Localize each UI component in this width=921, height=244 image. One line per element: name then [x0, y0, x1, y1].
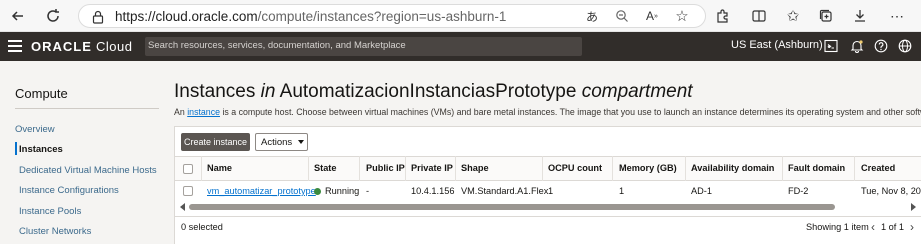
oracle-cloud-logo[interactable]: ORACLE Cloud: [31, 39, 132, 54]
instance-shape: VM.Standard.A1.Flex: [461, 186, 549, 196]
search-placeholder: Search resources, services, documentatio…: [148, 40, 406, 51]
column-header-shape[interactable]: Shape: [461, 163, 489, 173]
row-checkbox[interactable]: [183, 186, 193, 196]
title-in: in: [260, 81, 276, 102]
title-suffix: compartment: [581, 81, 693, 102]
address-bar[interactable]: https://cloud.oracle.com/compute/instanc…: [78, 4, 706, 28]
browser-toolbar: https://cloud.oracle.com/compute/instanc…: [0, 0, 921, 32]
desc-rest: is a compute host. Choose between virtua…: [222, 107, 921, 117]
refresh-icon[interactable]: [43, 6, 63, 26]
title-prefix: Instances: [174, 81, 256, 102]
globe-icon[interactable]: [897, 38, 913, 54]
instance-private-ip: 10.4.1.156: [411, 186, 455, 196]
brand-oracle: ORACLE: [31, 39, 92, 54]
split-screen-icon[interactable]: [749, 6, 769, 26]
column-header-fault-domain[interactable]: Fault domain: [788, 163, 845, 173]
brand-cloud: Cloud: [96, 39, 133, 54]
column-divider: [405, 156, 406, 181]
sidebar-item-cluster-networks[interactable]: Cluster Networks: [19, 226, 91, 237]
page-indicator: 1 of 1: [881, 222, 904, 232]
column-divider: [854, 156, 855, 181]
select-all-checkbox[interactable]: [183, 164, 193, 174]
more-icon[interactable]: ⋯: [887, 6, 907, 26]
notifications-icon[interactable]: [849, 38, 865, 54]
column-divider: [359, 156, 360, 181]
sidebar-title: Compute: [15, 86, 68, 101]
sidebar-item-overview[interactable]: Overview: [15, 124, 55, 135]
column-header-memory[interactable]: Memory (GB): [619, 163, 677, 173]
global-search-input[interactable]: Search resources, services, documentatio…: [145, 37, 582, 56]
instance-availability-domain: AD-1: [691, 186, 712, 196]
page-description: An instance is a compute host. Choose be…: [174, 107, 921, 117]
oracle-header: ORACLE Cloud Search resources, services,…: [0, 32, 921, 61]
url-path: /compute/instances?region=us-ashburn-1: [257, 9, 507, 24]
read-aloud-icon[interactable]: A»: [642, 6, 662, 26]
cloud-shell-icon[interactable]: [823, 38, 839, 54]
menu-icon[interactable]: [8, 40, 22, 55]
compartment-name: AutomatizacionInstanciasPrototype: [279, 81, 577, 102]
desc-start: An: [174, 107, 185, 117]
showing-count: Showing 1 item: [806, 222, 869, 232]
sidebar-item-instance-configurations[interactable]: Instance Configurations: [19, 185, 119, 196]
sidebar-item-instance-pools[interactable]: Instance Pools: [19, 206, 81, 217]
state-label: Running: [325, 186, 360, 196]
column-header-created[interactable]: Created: [861, 163, 895, 173]
lock-icon[interactable]: [88, 7, 108, 27]
instance-doc-link[interactable]: instance: [187, 107, 220, 117]
column-divider: [201, 156, 202, 181]
favorites-icon[interactable]: ✩: [783, 6, 803, 26]
star-icon[interactable]: ☆: [672, 6, 692, 26]
instance-public-ip: -: [366, 186, 370, 196]
instance-memory: 1: [619, 186, 625, 196]
column-divider: [685, 156, 686, 181]
scroll-thumb[interactable]: [189, 204, 835, 210]
table-footer-divider: [175, 216, 921, 217]
instance-created: Tue, Nov 8, 202: [861, 186, 921, 196]
url-host: https://cloud.oracle.com: [115, 9, 258, 24]
collections-icon[interactable]: [816, 6, 836, 26]
url-text: https://cloud.oracle.com/compute/instanc…: [115, 9, 506, 24]
region-label: US East (Ashburn): [731, 39, 823, 51]
instance-fault-domain: FD-2: [788, 186, 809, 196]
column-divider: [542, 156, 543, 181]
scroll-left-icon[interactable]: [180, 203, 185, 211]
actions-button[interactable]: Actions: [255, 133, 308, 151]
region-selector[interactable]: US East (Ashburn) ⌄: [731, 39, 833, 51]
column-divider: [612, 156, 613, 181]
sidebar-active-indicator: [15, 142, 17, 155]
selected-count: 0 selected: [181, 222, 223, 232]
scroll-right-icon[interactable]: [911, 203, 916, 211]
previous-page-icon[interactable]: ‹: [871, 220, 875, 234]
column-header-public-ip[interactable]: Public IP: [366, 163, 405, 173]
next-page-icon[interactable]: ›: [910, 220, 914, 234]
actions-label: Actions: [261, 136, 293, 148]
zoom-icon[interactable]: [612, 6, 632, 26]
running-status-icon: [314, 187, 321, 195]
extensions-icon[interactable]: [713, 6, 733, 26]
sidebar-item-instances[interactable]: Instances: [19, 144, 63, 155]
column-header-state[interactable]: State: [314, 163, 336, 173]
sidebar-item-dedicated-vm-hosts[interactable]: Dedicated Virtual Machine Hosts: [19, 165, 157, 176]
horizontal-scrollbar[interactable]: [175, 201, 921, 214]
create-instance-button[interactable]: Create instance: [181, 133, 250, 151]
page-title: Instances in AutomatizacionInstanciasPro…: [174, 81, 693, 103]
instance-state: Running: [314, 186, 359, 196]
column-header-availability-domain[interactable]: Availability domain: [691, 163, 774, 173]
instance-name-link[interactable]: vm_automatizar_prototype: [207, 186, 316, 196]
help-icon[interactable]: [873, 38, 889, 54]
translate-icon[interactable]: あ: [582, 6, 602, 26]
column-divider: [782, 156, 783, 181]
column-header-name[interactable]: Name: [207, 163, 232, 173]
download-icon[interactable]: [850, 6, 870, 26]
column-divider: [308, 156, 309, 181]
instance-ocpu: 1: [548, 186, 554, 196]
sidebar-divider: [15, 108, 159, 109]
column-header-ocpu-count[interactable]: OCPU count: [548, 163, 602, 173]
column-header-private-ip[interactable]: Private IP: [411, 163, 453, 173]
column-divider: [455, 156, 456, 181]
back-icon[interactable]: [8, 6, 28, 26]
caret-down-icon: [298, 140, 305, 144]
